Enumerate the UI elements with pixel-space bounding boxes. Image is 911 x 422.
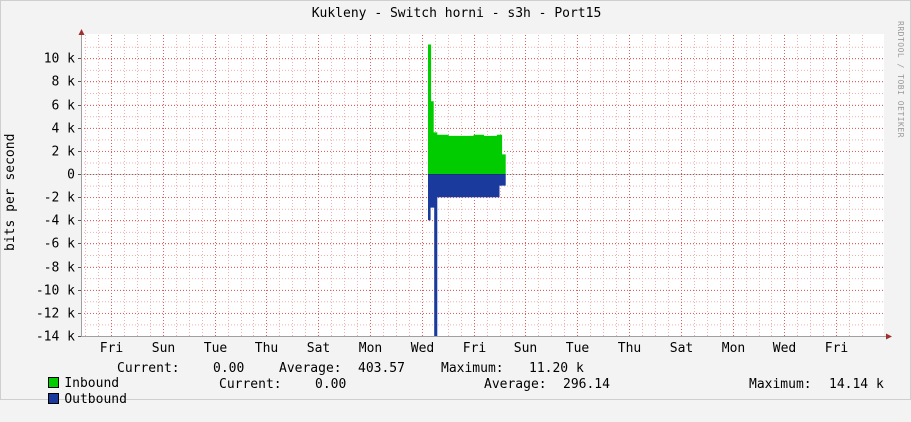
y-tick-label: -6 k xyxy=(44,237,75,252)
y-tick-label: -8 k xyxy=(44,261,75,276)
inbound-current-label: Current: xyxy=(117,361,180,376)
y-axis-arrow xyxy=(78,29,85,35)
outbound-average-label: Average: xyxy=(484,377,547,392)
outbound-maximum-label: Maximum: xyxy=(749,377,812,392)
y-tick-label: 0 xyxy=(67,168,75,183)
x-tick-label: Thu xyxy=(618,341,641,356)
y-tick-labels: 10 k 8 k 6 k 4 k 2 k 0 -2 k -4 k -6 k -8 k -10 k -1… xyxy=(36,52,75,345)
x-axis-arrow xyxy=(886,333,892,340)
x-tick-label: Wed xyxy=(411,341,434,356)
x-tick-label: Sat xyxy=(307,341,330,356)
x-tick-labels: Fri Sun Tue Thu Sat Mon Wed Fri Sun Tue Thu Sat Mon W… xyxy=(100,341,848,356)
inbound-maximum-label: Maximum: xyxy=(441,361,504,376)
x-tick-label: Mon xyxy=(722,341,745,356)
x-tick-label: Tue xyxy=(566,341,590,356)
x-tick-label: Sun xyxy=(152,341,175,356)
y-tick-label: 8 k xyxy=(52,75,76,90)
y-tick-label: 10 k xyxy=(44,52,75,67)
x-tick-label: Fri xyxy=(825,341,848,356)
inbound-average-label: Average: xyxy=(279,361,342,376)
x-tick-label: Sun xyxy=(514,341,537,356)
inbound-average-value: 403.57 xyxy=(358,361,405,376)
graph-frame: Kukleny - Switch horni - s3h - Port15 RR… xyxy=(0,0,911,407)
y-tick-label: -4 k xyxy=(44,214,75,229)
outbound-average-value: 296.14 xyxy=(563,377,610,392)
y-tick-label: -2 k xyxy=(44,191,75,206)
inbound-current-value: 0.00 xyxy=(213,361,245,376)
x-tick-label: Fri xyxy=(463,341,486,356)
chart-plot: 10 k 8 k 6 k 4 k 2 k 0 -2 k -4 k -6 k -8 k -10 k -1… xyxy=(36,29,892,356)
outbound-maximum-value: 14.14 k xyxy=(829,377,884,392)
outbound-swatch xyxy=(48,393,60,404)
y-tick-label: 2 k xyxy=(52,145,76,160)
x-tick-label: Tue xyxy=(204,341,228,356)
x-tick-label: Mon xyxy=(359,341,382,356)
y-tick-label: -10 k xyxy=(36,284,75,299)
y-tick-label: 4 k xyxy=(52,122,76,137)
outbound-current-value: 0.00 xyxy=(315,377,347,392)
y-tick-label: 6 k xyxy=(52,99,76,114)
x-tick-label: Sat xyxy=(670,341,693,356)
x-tick-label: Wed xyxy=(773,341,796,356)
inbound-maximum-value: 11.20 k xyxy=(529,361,584,376)
y-tick-label: -12 k xyxy=(36,307,75,322)
outbound-current-label: Current: xyxy=(219,377,282,392)
x-tick-label: Thu xyxy=(255,341,278,356)
x-tick-label: Fri xyxy=(100,341,123,356)
y-tick-label: -14 k xyxy=(36,330,75,345)
